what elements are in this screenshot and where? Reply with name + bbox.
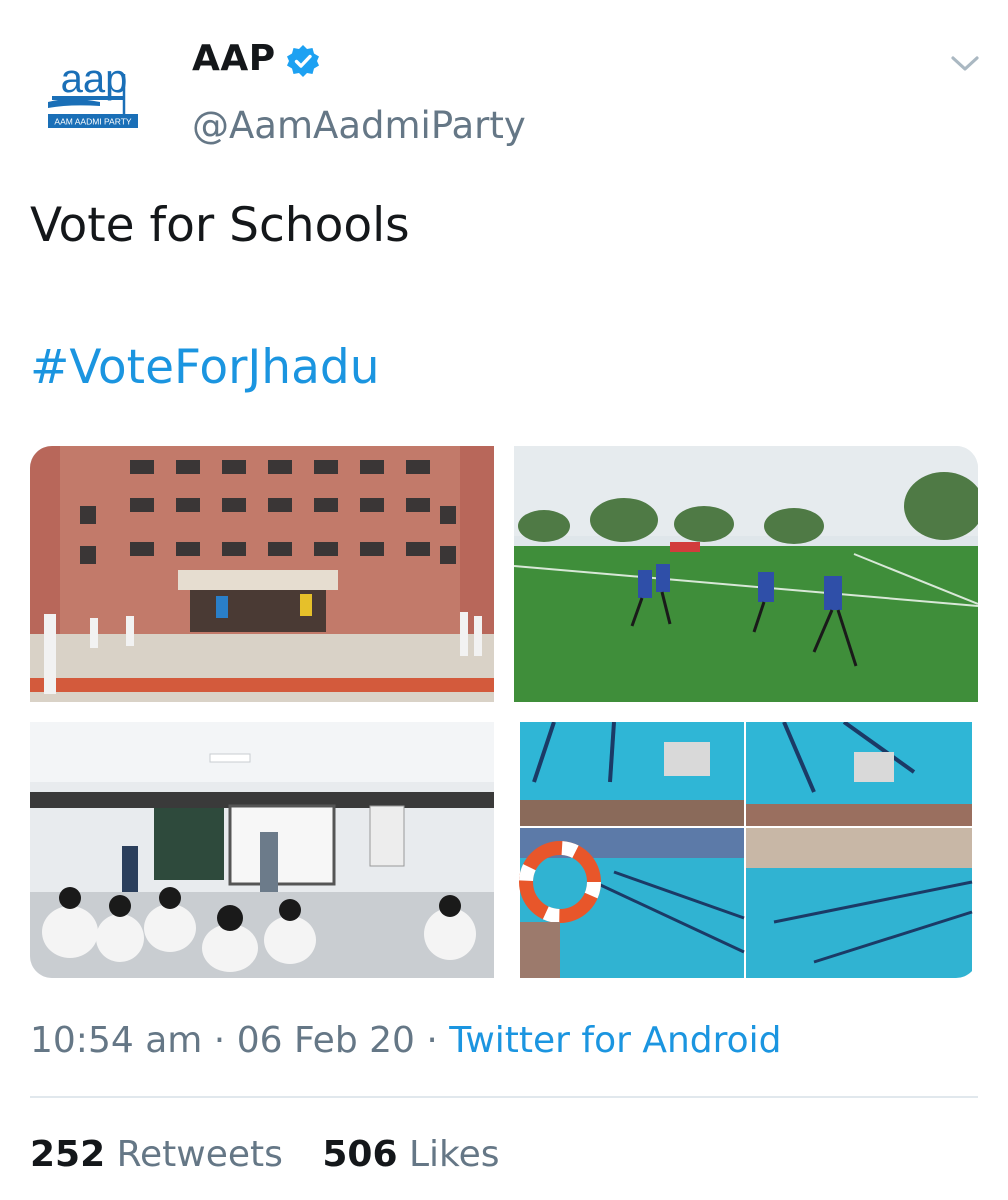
meta-separator-2: · <box>426 1020 438 1061</box>
tweet-text: Vote for Schools <box>30 198 410 253</box>
avatar[interactable]: aap AAM AADMI PARTY <box>30 30 156 156</box>
chevron-down-icon[interactable] <box>948 50 982 76</box>
author-handle[interactable]: @AamAadmiParty <box>192 104 526 147</box>
meta-separator: · <box>213 1020 226 1061</box>
tweet-source-link[interactable]: Twitter for Android <box>449 1020 781 1061</box>
tweet-date[interactable]: 06 Feb 20 <box>237 1020 415 1061</box>
author-display-name[interactable]: AAP <box>192 38 276 79</box>
logo-subtext: AAM AADMI PARTY <box>54 117 131 127</box>
retweets-count: 252 <box>30 1134 106 1175</box>
tweet-time[interactable]: 10:54 am <box>30 1020 202 1061</box>
smart-classroom-photo[interactable] <box>30 722 494 978</box>
likes-label: Likes <box>408 1134 500 1175</box>
logo-text: aap <box>61 57 128 101</box>
divider <box>30 1096 978 1098</box>
school-building-photo[interactable] <box>30 446 494 702</box>
tweet-stats: 252 Retweets 506 Likes <box>30 1134 527 1175</box>
swimming-pool-photo[interactable] <box>514 722 978 978</box>
tweet-meta: 10:54 am · 06 Feb 20 · Twitter for Andro… <box>30 1020 782 1061</box>
verified-badge-icon <box>287 45 319 77</box>
hashtag-link[interactable]: #VoteForJhadu <box>30 340 380 395</box>
retweets-stat[interactable]: 252 Retweets <box>30 1134 283 1175</box>
likes-count: 506 <box>322 1134 398 1175</box>
hockey-field-photo[interactable] <box>514 446 978 702</box>
aap-logo-icon: aap AAM AADMI PARTY <box>31 31 155 155</box>
likes-stat[interactable]: 506 Likes <box>322 1134 499 1175</box>
retweets-label: Retweets <box>116 1134 283 1175</box>
